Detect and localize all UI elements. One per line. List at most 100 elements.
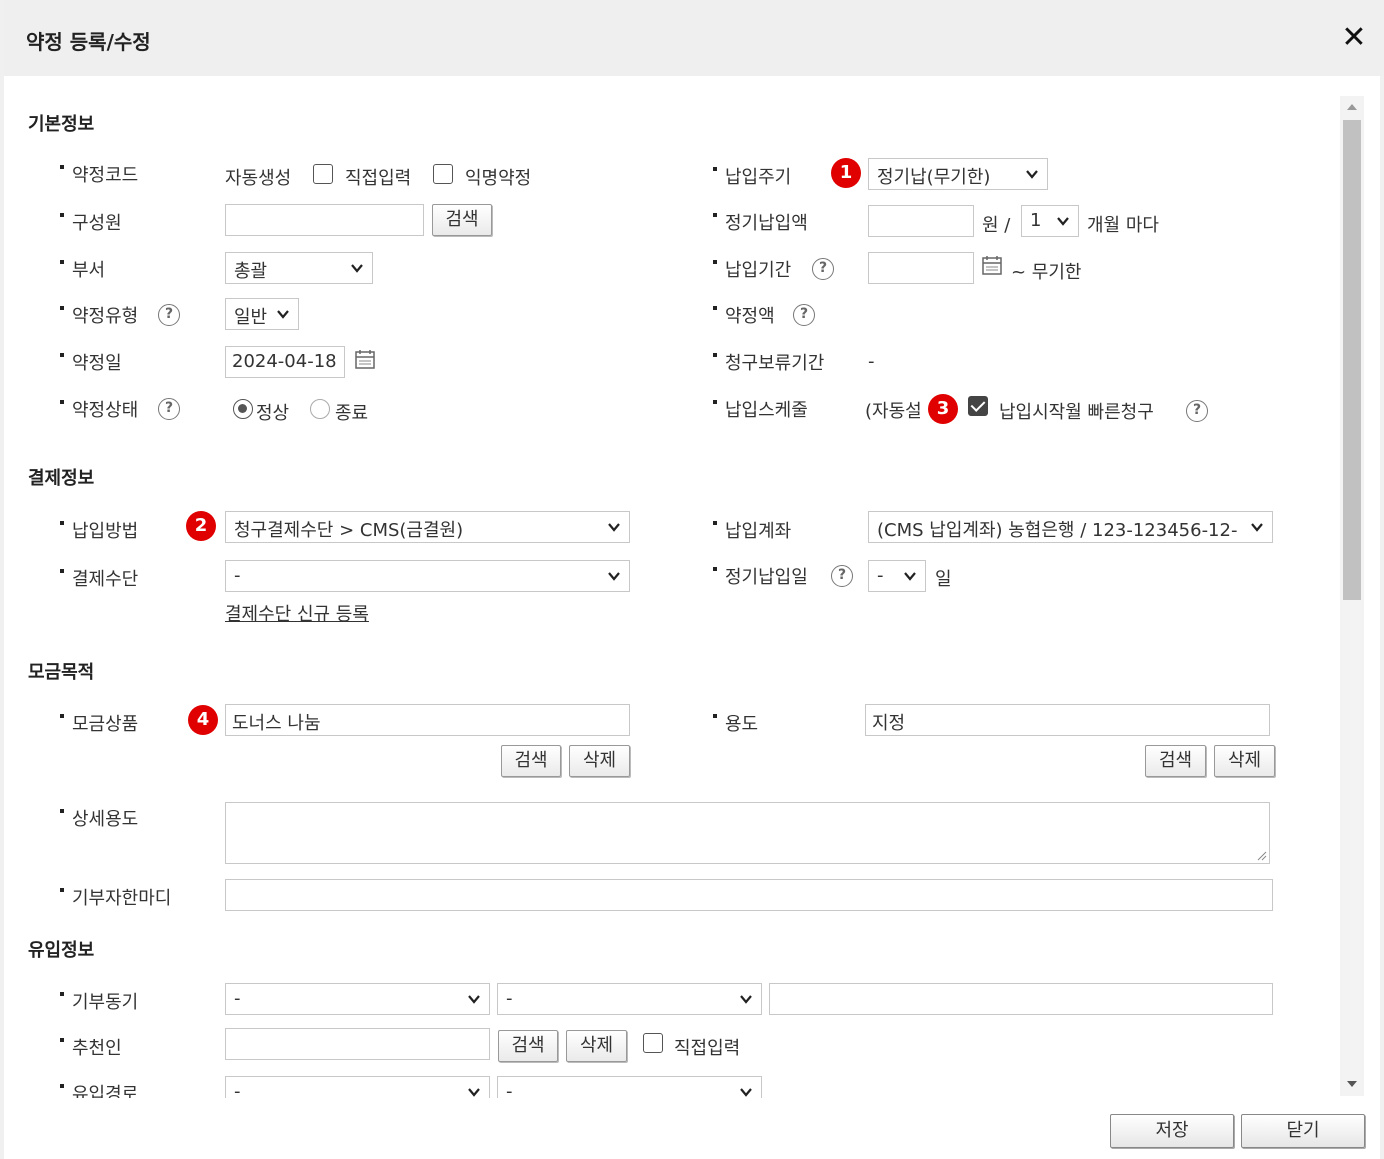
close-button[interactable]: 닫기: [1241, 1114, 1365, 1148]
section-basic-title: 기본정보: [28, 114, 95, 135]
type-select[interactable]: 일반: [225, 298, 299, 330]
member-input[interactable]: [225, 204, 424, 236]
status-help-icon[interactable]: ?: [158, 398, 180, 420]
day-help-icon[interactable]: ?: [831, 565, 853, 587]
anonymous-label: 익명약정: [465, 168, 532, 189]
schedule-value: (자동설: [865, 401, 922, 422]
detail-textarea[interactable]: [225, 802, 1270, 864]
means-select[interactable]: -: [225, 560, 630, 592]
motive-select-1[interactable]: -: [225, 983, 490, 1015]
amount-label: 정기납입액: [713, 209, 808, 235]
means-new-link[interactable]: 결제수단 신규 등록: [225, 600, 369, 626]
agreement-dialog: 약정 등록/수정 ✕ 기본정보 약정코드 자동생성 직접입력 익명약정 구성원 …: [0, 0, 1384, 1159]
direct-input-checkbox[interactable]: [313, 164, 333, 184]
anonymous-checkbox[interactable]: [433, 164, 453, 184]
motive-select-2[interactable]: -: [497, 983, 762, 1015]
chevron-down-icon: [1026, 170, 1038, 179]
total-help-icon[interactable]: ?: [793, 304, 815, 326]
motive-text-input[interactable]: [769, 983, 1273, 1015]
period-start-input[interactable]: [868, 252, 974, 284]
scroll-down-icon[interactable]: [1344, 1077, 1360, 1091]
section-purpose-title: 모금목적: [28, 662, 95, 683]
chevron-down-icon: [468, 995, 480, 1004]
route-select-1-value: -: [234, 1081, 241, 1098]
motive-label: 기부동기: [59, 988, 138, 1014]
chevron-down-icon: [740, 995, 752, 1004]
recommender-delete-button[interactable]: 삭제: [566, 1030, 627, 1062]
comment-label: 기부자한마디: [59, 884, 171, 910]
product-input[interactable]: 도너스 나눔: [225, 704, 630, 736]
period-help-icon[interactable]: ?: [812, 258, 834, 280]
amount-input[interactable]: [868, 205, 974, 237]
badge-4: 4: [188, 705, 218, 735]
day-label: 정기납입일: [713, 563, 808, 589]
chevron-down-icon: [468, 1088, 480, 1097]
chevron-down-icon: [277, 310, 289, 319]
type-help-icon[interactable]: ?: [158, 304, 180, 326]
section-payment-title: 결제정보: [28, 468, 95, 489]
account-select[interactable]: (CMS 납입계좌) 농협은행 / 123-123456-12-: [868, 511, 1273, 543]
cycle-label: 납입주기: [712, 163, 791, 189]
member-search-button[interactable]: 검색: [432, 204, 492, 236]
period-label: 납입기간: [712, 256, 791, 282]
date-label: 약정일: [60, 349, 122, 375]
months-select[interactable]: 1: [1021, 205, 1079, 237]
motive-select-1-value: -: [234, 988, 241, 1009]
recommender-direct-label: 직접입력: [674, 1038, 741, 1059]
close-icon[interactable]: ✕: [1340, 23, 1368, 53]
means-label: 결제수단: [59, 565, 138, 591]
usage-label: 용도: [712, 710, 758, 736]
schedule-label: 납입스케줄: [713, 396, 808, 422]
route-select-2[interactable]: -: [497, 1076, 762, 1098]
save-button[interactable]: 저장: [1110, 1114, 1234, 1148]
total-label: 약정액: [713, 302, 775, 328]
fast-billing-checkbox[interactable]: [968, 396, 988, 416]
comment-input[interactable]: [225, 879, 1273, 911]
months-unit: 개월 마다: [1087, 215, 1159, 236]
months-select-value: 1: [1030, 210, 1042, 231]
usage-search-button[interactable]: 검색: [1145, 745, 1206, 777]
usage-delete-button[interactable]: 삭제: [1214, 745, 1275, 777]
fast-billing-label: 납입시작월 빠른청구: [999, 402, 1154, 423]
cycle-select-value: 정기납(무기한): [877, 167, 991, 188]
status-end-radio[interactable]: [310, 399, 330, 419]
calendar-icon[interactable]: [981, 254, 1003, 276]
chevron-down-icon: [351, 264, 363, 273]
route-label: 유입경로: [59, 1080, 138, 1098]
route-select-1[interactable]: -: [225, 1076, 490, 1098]
method-select[interactable]: 청구결제수단 > CMS(금결원): [225, 511, 630, 543]
usage-input[interactable]: 지정: [865, 704, 1270, 736]
status-normal-radio[interactable]: [233, 399, 253, 419]
date-input[interactable]: 2024-04-18: [225, 346, 345, 378]
form-content[interactable]: 기본정보 약정코드 자동생성 직접입력 익명약정 구성원 검색 부서 총괄 약정…: [4, 76, 1334, 1098]
amount-unit: 원 /: [982, 215, 1011, 236]
product-search-button[interactable]: 검색: [501, 745, 561, 777]
route-select-2-value: -: [506, 1081, 513, 1098]
hold-value: -: [868, 351, 875, 372]
recommender-search-button[interactable]: 검색: [498, 1030, 558, 1062]
period-end-text: ~ 무기한: [1011, 262, 1082, 283]
recommender-label: 추천인: [60, 1034, 122, 1060]
recommender-input[interactable]: [225, 1028, 490, 1060]
calendar-icon[interactable]: [354, 348, 376, 370]
scroll-up-icon[interactable]: [1344, 100, 1360, 114]
day-select[interactable]: -: [868, 560, 926, 592]
chevron-down-icon: [1057, 217, 1069, 226]
dept-label: 부서: [59, 256, 105, 282]
detail-label: 상세용도: [59, 805, 138, 831]
cycle-select[interactable]: 정기납(무기한): [868, 158, 1048, 190]
resize-handle-icon[interactable]: [1255, 849, 1267, 861]
fast-billing-help-icon[interactable]: ?: [1186, 400, 1208, 422]
status-normal-label: 정상: [256, 403, 290, 424]
dept-select[interactable]: 총괄: [225, 252, 373, 284]
dialog-title: 약정 등록/수정: [26, 30, 151, 54]
product-delete-button[interactable]: 삭제: [569, 745, 630, 777]
chevron-down-icon: [904, 572, 916, 581]
chevron-down-icon: [1251, 523, 1263, 532]
scrollbar-thumb[interactable]: [1343, 120, 1361, 600]
recommender-direct-checkbox[interactable]: [643, 1033, 663, 1053]
day-select-value: -: [877, 565, 884, 586]
day-unit: 일: [935, 569, 952, 590]
badge-3: 3: [928, 394, 958, 424]
member-label: 구성원: [60, 209, 122, 235]
